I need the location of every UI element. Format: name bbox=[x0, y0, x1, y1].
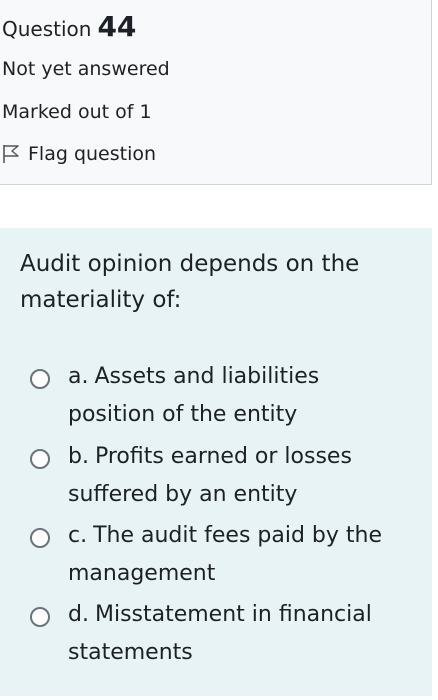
flag-question-label: Flag question bbox=[28, 143, 157, 165]
question-formulation: Audit opinion depends on the materiality… bbox=[0, 228, 432, 696]
answer-option-label: d. Misstatement in financial statements bbox=[68, 596, 398, 672]
option-letter: d. bbox=[68, 602, 89, 627]
radio-unchecked-icon[interactable] bbox=[30, 528, 50, 548]
question-label: Question bbox=[2, 17, 92, 41]
option-letter: c. bbox=[68, 523, 88, 548]
answer-option-label: a. Assets and liabilities position of the… bbox=[68, 358, 398, 434]
radio-unchecked-icon[interactable] bbox=[30, 607, 50, 627]
option-letter: a. bbox=[68, 364, 89, 389]
question-state: Not yet answered bbox=[2, 58, 170, 80]
question-number: 44 bbox=[97, 10, 137, 43]
question-number-heading: Question 44 bbox=[2, 10, 136, 43]
question-grade: Marked out of 1 bbox=[2, 101, 152, 123]
answer-options: a. Assets and liabilities position of the… bbox=[0, 228, 432, 696]
option-letter: b. bbox=[68, 444, 89, 469]
option-text: Assets and liabilities position of the e… bbox=[68, 364, 320, 427]
option-text: Profits earned or losses suffered by an … bbox=[68, 444, 352, 507]
option-text: The audit fees paid by the management bbox=[68, 523, 382, 586]
flag-question-link[interactable]: Flag question bbox=[2, 143, 156, 165]
option-text: Misstatement in financial statements bbox=[68, 602, 372, 665]
radio-unchecked-icon[interactable] bbox=[30, 449, 50, 469]
radio-unchecked-icon[interactable] bbox=[30, 369, 50, 389]
flag-icon bbox=[2, 144, 20, 164]
question-info-panel: Question 44 Not yet answered Marked out o… bbox=[0, 0, 432, 185]
answer-option-label: b. Profits earned or losses suffered by a… bbox=[68, 438, 398, 514]
answer-option-label: c. The audit fees paid by the management bbox=[68, 517, 398, 593]
